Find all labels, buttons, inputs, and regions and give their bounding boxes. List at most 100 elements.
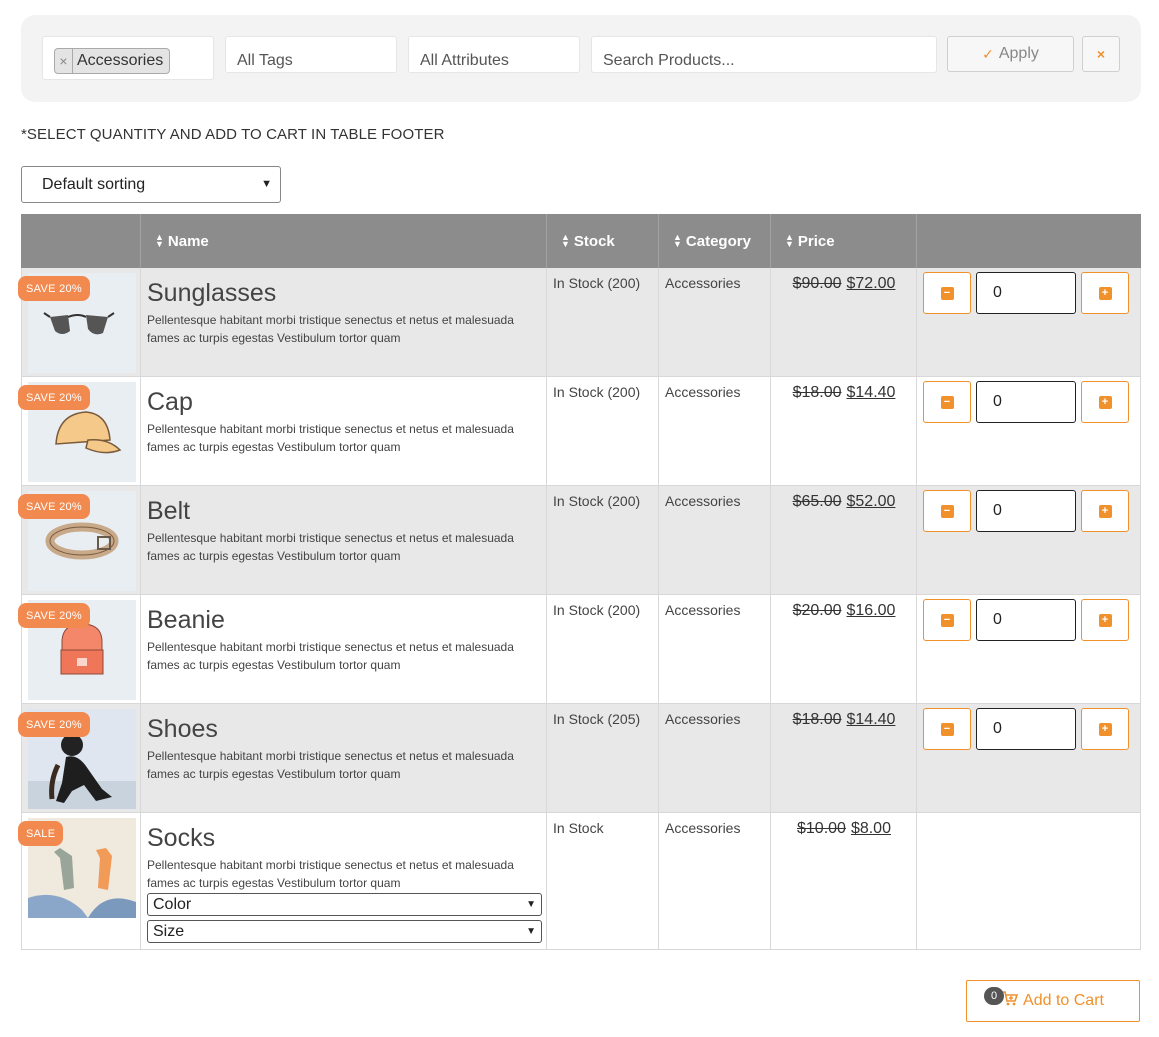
quantity-increase-button[interactable]: + bbox=[1081, 381, 1129, 423]
quantity-input[interactable]: 0 bbox=[976, 381, 1076, 423]
category-filter[interactable]: × Accessories bbox=[42, 36, 214, 80]
apply-label: Apply bbox=[998, 45, 1039, 62]
product-description: Pellentesque habitant morbi tristique se… bbox=[147, 313, 514, 345]
quantity-decrease-button[interactable]: − bbox=[923, 272, 971, 314]
product-name[interactable]: Beanie bbox=[147, 606, 225, 635]
minus-icon: − bbox=[940, 395, 954, 409]
table-row: SAVE 20% Shoes Pellentesque habitant mor… bbox=[18, 704, 1141, 813]
stock-status: In Stock (200) bbox=[553, 275, 641, 291]
cart-plus-icon bbox=[1002, 991, 1019, 1011]
plus-icon: + bbox=[1098, 395, 1112, 409]
filter-bar: × Accessories All Tags All Attributes Se… bbox=[21, 15, 1141, 102]
stock-status: In Stock (205) bbox=[553, 711, 641, 727]
quantity-input[interactable]: 0 bbox=[976, 599, 1076, 641]
product-name[interactable]: Cap bbox=[147, 388, 193, 417]
table-row: SAVE 20% Sunglasses Pellentesque habitan… bbox=[18, 268, 1141, 377]
product-category[interactable]: Accessories bbox=[665, 711, 740, 727]
header-category[interactable]: ▲ ▼ Category bbox=[673, 214, 751, 268]
quantity-input[interactable]: 0 bbox=[976, 272, 1076, 314]
header-name[interactable]: ▲ ▼ Name bbox=[155, 214, 209, 268]
stock-status: In Stock bbox=[553, 820, 604, 836]
product-price: $65.00 $52.00 bbox=[792, 493, 896, 510]
quantity-decrease-button[interactable]: − bbox=[923, 490, 971, 532]
quantity-decrease-button[interactable]: − bbox=[923, 381, 971, 423]
check-icon: ✓ bbox=[982, 45, 994, 62]
quantity-increase-button[interactable]: + bbox=[1081, 708, 1129, 750]
quantity-decrease-button[interactable]: − bbox=[923, 599, 971, 641]
table-row: SAVE 20% Beanie Pellentesque habitant mo… bbox=[18, 595, 1141, 704]
quantity-increase-button[interactable]: + bbox=[1081, 599, 1129, 641]
sorting-selected: Default sorting bbox=[42, 175, 146, 193]
product-price: $20.00 $16.00 bbox=[792, 602, 896, 619]
category-chip-label: Accessories bbox=[77, 52, 164, 69]
plus-icon: + bbox=[1098, 504, 1112, 518]
add-to-cart-button[interactable]: 0 Add to Cart bbox=[966, 980, 1140, 1022]
product-price: $10.00 $8.00 bbox=[797, 820, 891, 837]
discount-badge: SAVE 20% bbox=[18, 712, 91, 737]
chevron-down-icon: ▼ bbox=[526, 926, 536, 937]
product-name[interactable]: Socks bbox=[147, 824, 215, 853]
discount-badge: SAVE 20% bbox=[18, 385, 91, 410]
product-category[interactable]: Accessories bbox=[665, 384, 740, 400]
product-description: Pellentesque habitant morbi tristique se… bbox=[147, 858, 514, 890]
product-category[interactable]: Accessories bbox=[665, 602, 740, 618]
quantity-decrease-button[interactable]: − bbox=[923, 708, 971, 750]
close-icon: × bbox=[1096, 46, 1106, 62]
discount-badge: SAVE 20% bbox=[18, 276, 91, 301]
sorting-select[interactable]: Default sorting ▼ bbox=[21, 166, 281, 203]
sort-icon: ▲ ▼ bbox=[561, 232, 570, 249]
minus-icon: − bbox=[940, 286, 954, 300]
product-description: Pellentesque habitant morbi tristique se… bbox=[147, 422, 514, 454]
minus-icon: − bbox=[940, 613, 954, 627]
clear-filters-button[interactable]: × bbox=[1082, 36, 1120, 72]
header-stock[interactable]: ▲ ▼ Stock bbox=[561, 214, 615, 268]
instruction-note: *SELECT QUANTITY AND ADD TO CART IN TABL… bbox=[21, 126, 445, 143]
product-category[interactable]: Accessories bbox=[665, 820, 740, 836]
quantity-input[interactable]: 0 bbox=[976, 708, 1076, 750]
product-name[interactable]: Shoes bbox=[147, 715, 218, 744]
product-description: Pellentesque habitant morbi tristique se… bbox=[147, 749, 514, 781]
tags-filter[interactable]: All Tags bbox=[225, 36, 397, 73]
table-row: SAVE 20% Belt Pellentesque habitant morb… bbox=[18, 486, 1141, 595]
product-name[interactable]: Sunglasses bbox=[147, 279, 276, 308]
stock-status: In Stock (200) bbox=[553, 384, 641, 400]
chevron-down-icon: ▼ bbox=[526, 899, 536, 910]
product-name[interactable]: Belt bbox=[147, 497, 190, 526]
discount-badge: SAVE 20% bbox=[18, 494, 91, 519]
quantity-increase-button[interactable]: + bbox=[1081, 272, 1129, 314]
chevron-down-icon: ▼ bbox=[261, 178, 272, 190]
minus-icon: − bbox=[940, 504, 954, 518]
sort-icon: ▲ ▼ bbox=[785, 232, 794, 249]
product-price: $18.00 $14.40 bbox=[792, 711, 896, 728]
apply-button[interactable]: ✓ Apply bbox=[947, 36, 1074, 72]
table-header: ▲ ▼ Name ▲ ▼ Stock ▲ ▼ Category ▲ ▼ Price bbox=[21, 214, 1141, 268]
cart-count-badge: 0 bbox=[984, 987, 1004, 1005]
search-input[interactable]: Search Products... bbox=[591, 36, 937, 73]
table-row: SALE Socks Pellentesque habitant morbi t… bbox=[18, 813, 1141, 950]
stock-status: In Stock (200) bbox=[553, 493, 641, 509]
plus-icon: + bbox=[1098, 613, 1112, 627]
product-description: Pellentesque habitant morbi tristique se… bbox=[147, 531, 514, 563]
product-category[interactable]: Accessories bbox=[665, 275, 740, 291]
tags-filter-placeholder: All Tags bbox=[237, 52, 293, 69]
product-description: Pellentesque habitant morbi tristique se… bbox=[147, 640, 514, 672]
size-select[interactable]: Size ▼ bbox=[147, 920, 542, 943]
stock-status: In Stock (200) bbox=[553, 602, 641, 618]
discount-badge: SAVE 20% bbox=[18, 603, 91, 628]
sale-badge: SALE bbox=[18, 821, 64, 846]
product-price: $18.00 $14.40 bbox=[792, 384, 896, 401]
sort-icon: ▲ ▼ bbox=[155, 232, 164, 249]
minus-icon: − bbox=[940, 722, 954, 736]
table-row: SAVE 20% Cap Pellentesque habitant morbi… bbox=[18, 377, 1141, 486]
chip-remove-icon[interactable]: × bbox=[55, 49, 73, 73]
attributes-filter[interactable]: All Attributes bbox=[408, 36, 580, 73]
quantity-increase-button[interactable]: + bbox=[1081, 490, 1129, 532]
product-category[interactable]: Accessories bbox=[665, 493, 740, 509]
plus-icon: + bbox=[1098, 286, 1112, 300]
header-price[interactable]: ▲ ▼ Price bbox=[785, 214, 835, 268]
add-to-cart-label: Add to Cart bbox=[1023, 992, 1104, 1009]
search-placeholder: Search Products... bbox=[603, 52, 735, 69]
category-chip: × Accessories bbox=[54, 48, 171, 74]
quantity-input[interactable]: 0 bbox=[976, 490, 1076, 532]
color-select[interactable]: Color ▼ bbox=[147, 893, 542, 916]
